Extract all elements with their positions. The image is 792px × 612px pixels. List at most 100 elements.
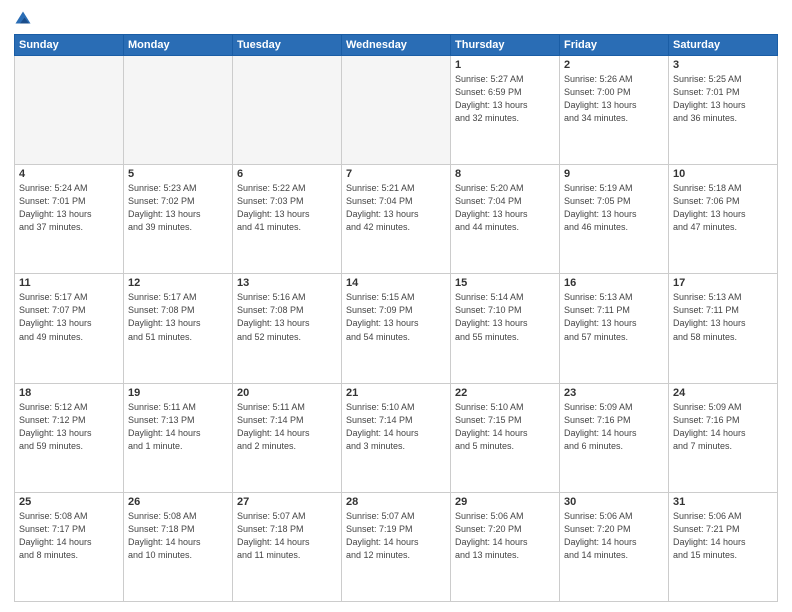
calendar-cell: 14 Sunrise: 5:15 AM Sunset: 7:09 PM Dayli…: [342, 274, 451, 383]
day-number: 9: [564, 168, 664, 180]
calendar-cell: 18 Sunrise: 5:12 AM Sunset: 7:12 PM Dayli…: [15, 383, 124, 492]
day-number: 16: [564, 277, 664, 289]
weekday-header-row: SundayMondayTuesdayWednesdayThursdayFrid…: [15, 35, 778, 56]
day-number: 22: [455, 387, 555, 399]
day-number: 17: [673, 277, 773, 289]
calendar-cell: 17 Sunrise: 5:13 AM Sunset: 7:11 PM Dayli…: [669, 274, 778, 383]
calendar-cell: 21 Sunrise: 5:10 AM Sunset: 7:14 PM Dayli…: [342, 383, 451, 492]
weekday-header-tuesday: Tuesday: [233, 35, 342, 56]
calendar-cell: 13 Sunrise: 5:16 AM Sunset: 7:08 PM Dayli…: [233, 274, 342, 383]
weekday-header-thursday: Thursday: [451, 35, 560, 56]
day-info: Sunrise: 5:11 AM Sunset: 7:14 PM Dayligh…: [237, 401, 337, 453]
day-number: 20: [237, 387, 337, 399]
day-number: 4: [19, 168, 119, 180]
calendar-cell: 12 Sunrise: 5:17 AM Sunset: 7:08 PM Dayli…: [124, 274, 233, 383]
day-number: 25: [19, 496, 119, 508]
calendar-cell: 26 Sunrise: 5:08 AM Sunset: 7:18 PM Dayli…: [124, 492, 233, 601]
day-info: Sunrise: 5:08 AM Sunset: 7:18 PM Dayligh…: [128, 510, 228, 562]
day-number: 28: [346, 496, 446, 508]
day-info: Sunrise: 5:11 AM Sunset: 7:13 PM Dayligh…: [128, 401, 228, 453]
day-info: Sunrise: 5:13 AM Sunset: 7:11 PM Dayligh…: [564, 291, 664, 343]
day-info: Sunrise: 5:26 AM Sunset: 7:00 PM Dayligh…: [564, 73, 664, 125]
calendar-cell: [233, 56, 342, 165]
day-info: Sunrise: 5:06 AM Sunset: 7:20 PM Dayligh…: [564, 510, 664, 562]
page: SundayMondayTuesdayWednesdayThursdayFrid…: [0, 0, 792, 612]
day-info: Sunrise: 5:16 AM Sunset: 7:08 PM Dayligh…: [237, 291, 337, 343]
calendar-cell: 2 Sunrise: 5:26 AM Sunset: 7:00 PM Daylig…: [560, 56, 669, 165]
calendar-cell: 27 Sunrise: 5:07 AM Sunset: 7:18 PM Dayli…: [233, 492, 342, 601]
weekday-header-monday: Monday: [124, 35, 233, 56]
weekday-header-friday: Friday: [560, 35, 669, 56]
day-info: Sunrise: 5:08 AM Sunset: 7:17 PM Dayligh…: [19, 510, 119, 562]
day-number: 27: [237, 496, 337, 508]
day-info: Sunrise: 5:12 AM Sunset: 7:12 PM Dayligh…: [19, 401, 119, 453]
day-info: Sunrise: 5:06 AM Sunset: 7:20 PM Dayligh…: [455, 510, 555, 562]
day-number: 2: [564, 59, 664, 71]
day-info: Sunrise: 5:13 AM Sunset: 7:11 PM Dayligh…: [673, 291, 773, 343]
calendar-cell: 5Sunrise: 5:23 AM Sunset: 7:02 PM Daylig…: [124, 165, 233, 274]
logo: [14, 10, 34, 28]
calendar-cell: 25 Sunrise: 5:08 AM Sunset: 7:17 PM Dayli…: [15, 492, 124, 601]
calendar-cell: 7Sunrise: 5:21 AM Sunset: 7:04 PM Daylig…: [342, 165, 451, 274]
day-number: 18: [19, 387, 119, 399]
calendar-cell: 23Sunrise: 5:09 AM Sunset: 7:16 PM Dayli…: [560, 383, 669, 492]
day-number: 29: [455, 496, 555, 508]
day-info: Sunrise: 5:10 AM Sunset: 7:14 PM Dayligh…: [346, 401, 446, 453]
calendar-cell: 29 Sunrise: 5:06 AM Sunset: 7:20 PM Dayli…: [451, 492, 560, 601]
day-info: Sunrise: 5:09 AM Sunset: 7:16 PM Dayligh…: [564, 401, 664, 453]
calendar-cell: 31 Sunrise: 5:06 AM Sunset: 7:21 PM Dayli…: [669, 492, 778, 601]
day-number: 24: [673, 387, 773, 399]
week-row-2: 4 Sunrise: 5:24 AM Sunset: 7:01 PM Daylig…: [15, 165, 778, 274]
day-number: 1: [455, 59, 555, 71]
day-info: Sunrise: 5:24 AM Sunset: 7:01 PM Dayligh…: [19, 182, 119, 234]
calendar-cell: 22 Sunrise: 5:10 AM Sunset: 7:15 PM Dayli…: [451, 383, 560, 492]
week-row-4: 18 Sunrise: 5:12 AM Sunset: 7:12 PM Dayli…: [15, 383, 778, 492]
day-info: Sunrise: 5:18 AM Sunset: 7:06 PM Dayligh…: [673, 182, 773, 234]
calendar-cell: 6 Sunrise: 5:22 AM Sunset: 7:03 PM Daylig…: [233, 165, 342, 274]
day-number: 13: [237, 277, 337, 289]
day-number: 5: [128, 168, 228, 180]
day-number: 15: [455, 277, 555, 289]
day-info: Sunrise: 5:15 AM Sunset: 7:09 PM Dayligh…: [346, 291, 446, 343]
week-row-5: 25 Sunrise: 5:08 AM Sunset: 7:17 PM Dayli…: [15, 492, 778, 601]
calendar-cell: 10 Sunrise: 5:18 AM Sunset: 7:06 PM Dayli…: [669, 165, 778, 274]
day-number: 8: [455, 168, 555, 180]
calendar-table: SundayMondayTuesdayWednesdayThursdayFrid…: [14, 34, 778, 602]
day-info: Sunrise: 5:09 AM Sunset: 7:16 PM Dayligh…: [673, 401, 773, 453]
calendar-cell: 9Sunrise: 5:19 AM Sunset: 7:05 PM Daylig…: [560, 165, 669, 274]
weekday-header-wednesday: Wednesday: [342, 35, 451, 56]
day-info: Sunrise: 5:25 AM Sunset: 7:01 PM Dayligh…: [673, 73, 773, 125]
day-number: 11: [19, 277, 119, 289]
week-row-1: 1Sunrise: 5:27 AM Sunset: 6:59 PM Daylig…: [15, 56, 778, 165]
day-number: 6: [237, 168, 337, 180]
day-number: 26: [128, 496, 228, 508]
day-info: Sunrise: 5:07 AM Sunset: 7:18 PM Dayligh…: [237, 510, 337, 562]
calendar-cell: 19 Sunrise: 5:11 AM Sunset: 7:13 PM Dayli…: [124, 383, 233, 492]
day-info: Sunrise: 5:20 AM Sunset: 7:04 PM Dayligh…: [455, 182, 555, 234]
calendar-cell: 8 Sunrise: 5:20 AM Sunset: 7:04 PM Daylig…: [451, 165, 560, 274]
day-info: Sunrise: 5:06 AM Sunset: 7:21 PM Dayligh…: [673, 510, 773, 562]
calendar-cell: [15, 56, 124, 165]
week-row-3: 11Sunrise: 5:17 AM Sunset: 7:07 PM Dayli…: [15, 274, 778, 383]
weekday-header-sunday: Sunday: [15, 35, 124, 56]
day-number: 21: [346, 387, 446, 399]
day-number: 19: [128, 387, 228, 399]
day-number: 31: [673, 496, 773, 508]
calendar-cell: 28 Sunrise: 5:07 AM Sunset: 7:19 PM Dayli…: [342, 492, 451, 601]
day-number: 10: [673, 168, 773, 180]
header: [14, 10, 778, 28]
calendar-cell: 1Sunrise: 5:27 AM Sunset: 6:59 PM Daylig…: [451, 56, 560, 165]
day-info: Sunrise: 5:21 AM Sunset: 7:04 PM Dayligh…: [346, 182, 446, 234]
day-info: Sunrise: 5:07 AM Sunset: 7:19 PM Dayligh…: [346, 510, 446, 562]
calendar-cell: 30Sunrise: 5:06 AM Sunset: 7:20 PM Dayli…: [560, 492, 669, 601]
day-info: Sunrise: 5:17 AM Sunset: 7:08 PM Dayligh…: [128, 291, 228, 343]
calendar-cell: [124, 56, 233, 165]
day-number: 12: [128, 277, 228, 289]
weekday-header-saturday: Saturday: [669, 35, 778, 56]
calendar-cell: 24 Sunrise: 5:09 AM Sunset: 7:16 PM Dayli…: [669, 383, 778, 492]
logo-icon: [14, 10, 32, 28]
day-number: 14: [346, 277, 446, 289]
day-info: Sunrise: 5:22 AM Sunset: 7:03 PM Dayligh…: [237, 182, 337, 234]
day-info: Sunrise: 5:10 AM Sunset: 7:15 PM Dayligh…: [455, 401, 555, 453]
calendar-cell: [342, 56, 451, 165]
